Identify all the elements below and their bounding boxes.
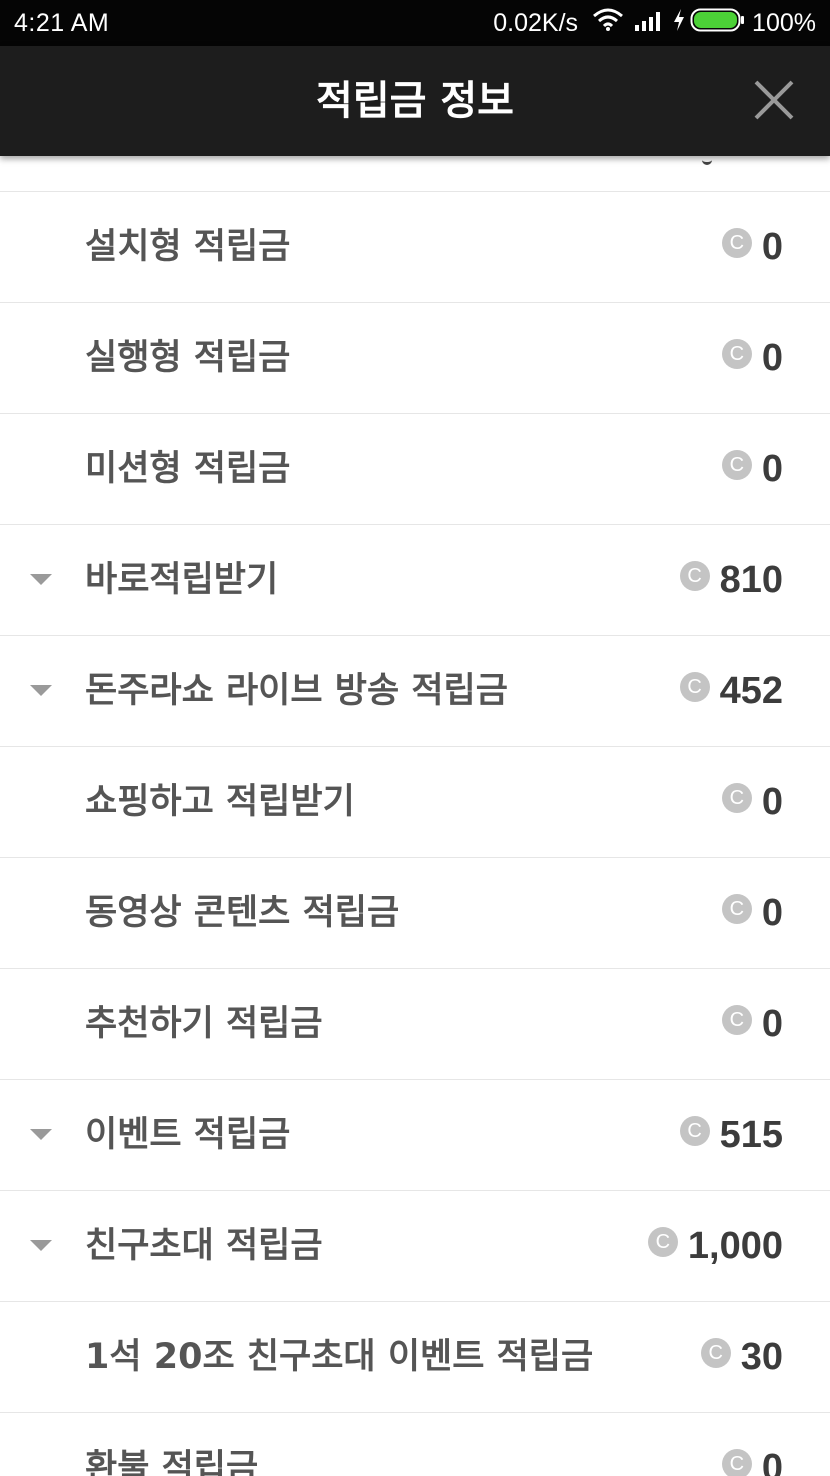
list-item-amount: C0 xyxy=(721,303,783,413)
list-item-label: 이벤트 적립금 xyxy=(85,1115,291,1155)
list-item-amount: C0 xyxy=(721,747,783,857)
coin-glyph: C xyxy=(708,1342,723,1364)
coin-icon: C xyxy=(721,339,752,369)
list-item-label: 돈주라쇼 라이브 방송 적립금 xyxy=(85,671,508,711)
coin-glyph: C xyxy=(729,454,745,476)
list-item-value: 0 xyxy=(761,780,783,823)
list-item-amount: C0 xyxy=(721,192,783,302)
charging-bolt-icon xyxy=(672,8,686,39)
coin-glyph: C xyxy=(729,787,745,809)
list-item-amount: C0 xyxy=(721,858,783,968)
list-item-label: 1석 20조 친구초대 이벤트 적립금 xyxy=(85,1337,594,1377)
expand-arrow-icon[interactable] xyxy=(30,1240,52,1251)
list-item[interactable]: 바로적립받기 C 810 xyxy=(0,525,830,636)
coin-glyph: C xyxy=(729,343,745,365)
coin-glyph: C xyxy=(687,565,702,587)
list-item-label: 바로적립받기 xyxy=(85,560,279,600)
coin-glyph: C xyxy=(655,1231,671,1253)
list-item-label: 친구초대 적립금 xyxy=(85,1226,323,1266)
list-item-amount: C 810 xyxy=(679,525,783,635)
status-time: 4:21 AM xyxy=(14,9,110,37)
list-item-amount: C 452 xyxy=(679,636,783,746)
coin-icon: C xyxy=(721,1005,752,1035)
reward-list[interactable]: 설치형 적립금 C 0 실행형 적립금 C 0 미션형 적립금 C 0 바로적립받기 C 810 돈주라… xyxy=(0,156,830,1476)
list-item-amount: C0 xyxy=(721,969,783,1079)
list-item-amount: C0 xyxy=(721,414,783,524)
coin-glyph: C xyxy=(729,232,745,254)
list-item: 실행형 적립금 C 0 xyxy=(0,303,830,414)
coin-icon: C xyxy=(679,1116,710,1146)
partial-text-fragment xyxy=(702,158,712,165)
list-item: 동영상 콘텐츠 적립금 C 0 xyxy=(0,858,830,969)
list-item-label: 설치형 적립금 xyxy=(85,227,291,267)
list-item-label: 환불 적립금 xyxy=(85,1448,259,1476)
list-item-label: 동영상 콘텐츠 적립금 xyxy=(85,893,400,933)
coin-icon: C xyxy=(721,228,752,258)
list-item-value: 0 xyxy=(761,447,783,490)
expand-arrow-icon[interactable] xyxy=(30,1129,52,1140)
battery-icon xyxy=(690,7,746,40)
list-item-label: 추천하기 적립금 xyxy=(85,1004,323,1044)
signal-icon xyxy=(634,9,664,38)
expand-arrow-icon[interactable] xyxy=(30,685,52,696)
list-item: 미션형 적립금 C 0 xyxy=(0,414,830,525)
app-header: 적립금 정보 xyxy=(0,46,830,156)
list-item-label: 쇼핑하고 적립받기 xyxy=(85,782,355,822)
list-item-value: 452 xyxy=(719,669,783,712)
coin-glyph: C xyxy=(729,898,745,920)
list-item-amount: C0 xyxy=(721,1413,783,1476)
list-item: 1석 20조 친구초대 이벤트 적립금 C 30 xyxy=(0,1302,830,1413)
network-speed: 0.02K/s xyxy=(493,8,579,37)
list-item[interactable]: 돈주라쇼 라이브 방송 적립금 C 452 xyxy=(0,636,830,747)
coin-glyph: C xyxy=(687,1120,702,1142)
list-item-value: 30 xyxy=(740,1335,783,1378)
list-item-label: 실행형 적립금 xyxy=(85,338,291,378)
coin-icon: C xyxy=(679,561,710,591)
list-item-value: 810 xyxy=(719,558,783,601)
list-item[interactable]: 이벤트 적립금 C 515 xyxy=(0,1080,830,1191)
coin-icon: C xyxy=(721,783,752,813)
coin-glyph: C xyxy=(687,676,702,698)
list-item-partial xyxy=(0,156,830,192)
list-item-value: 0 xyxy=(761,891,783,934)
list-item: 설치형 적립금 C 0 xyxy=(0,192,830,303)
list-item-value: 0 xyxy=(761,336,783,379)
expand-arrow-icon[interactable] xyxy=(30,574,52,585)
list-item-value: 0 xyxy=(761,225,783,268)
wifi-icon xyxy=(592,8,624,39)
list-item[interactable]: 친구초대 적립금 C 1,000 xyxy=(0,1191,830,1302)
coin-glyph: C xyxy=(729,1453,745,1475)
status-icons: 0.02K/s 100% xyxy=(493,0,816,46)
coin-icon: C xyxy=(700,1338,731,1368)
close-button[interactable] xyxy=(744,70,804,130)
close-icon xyxy=(754,80,794,120)
list-item-value: 0 xyxy=(761,1002,783,1045)
list-item: 환불 적립금 C 0 xyxy=(0,1413,830,1476)
coin-icon: C xyxy=(647,1227,678,1257)
coin-icon: C xyxy=(721,894,752,924)
coin-glyph: C xyxy=(729,1009,745,1031)
coin-icon: C xyxy=(721,450,752,480)
list-item-value: 0 xyxy=(761,1446,783,1476)
page-title: 적립금 정보 xyxy=(316,78,514,124)
coin-icon: C xyxy=(679,672,710,702)
list-item-amount: C 1,000 xyxy=(647,1191,783,1301)
list-item-label: 미션형 적립금 xyxy=(85,449,291,489)
status-bar: 4:21 AM 0.02K/s 100% xyxy=(0,0,830,46)
list-item: 추천하기 적립금 C 0 xyxy=(0,969,830,1080)
list-item-amount: C 30 xyxy=(700,1302,783,1412)
coin-icon: C xyxy=(721,1449,752,1476)
list-item: 쇼핑하고 적립받기 C 0 xyxy=(0,747,830,858)
list-item-value: 1,000 xyxy=(687,1224,783,1267)
battery-percent: 100% xyxy=(752,8,816,37)
list-item-amount: C 515 xyxy=(679,1080,783,1190)
list-item-value: 515 xyxy=(719,1113,783,1156)
